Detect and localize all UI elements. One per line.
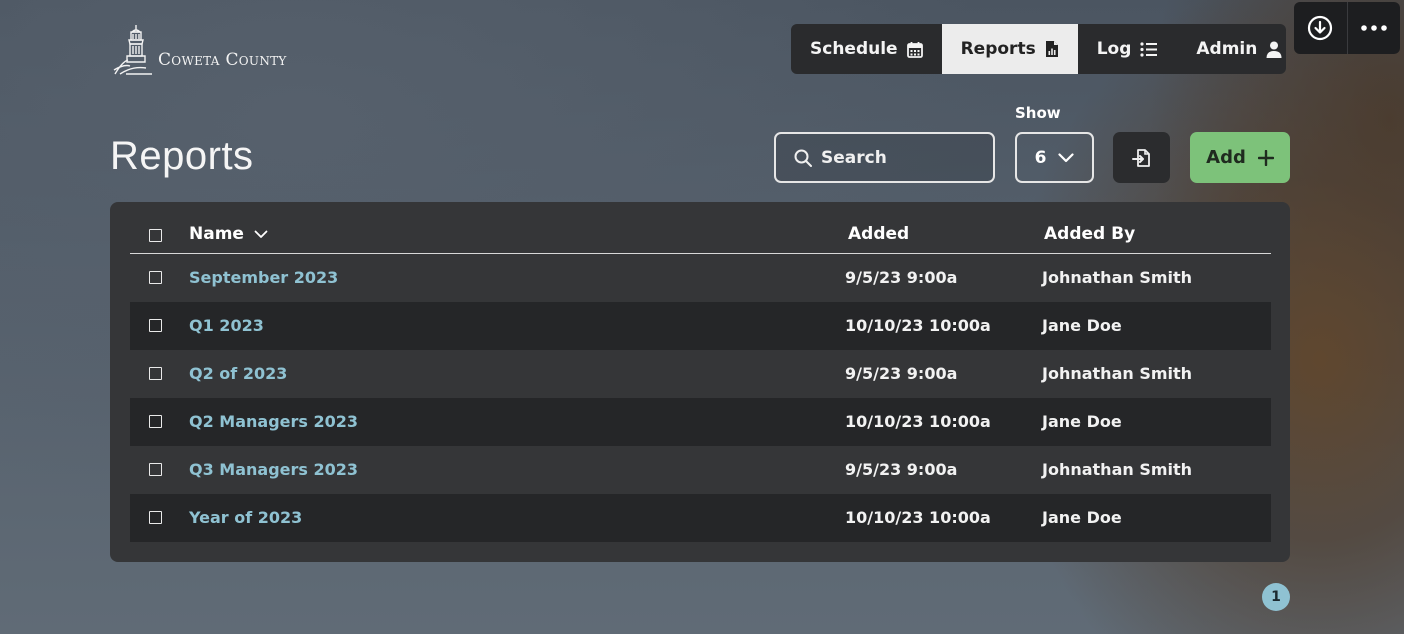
more-horizontal-icon [1360, 25, 1387, 31]
report-name-link[interactable]: September 2023 [189, 268, 338, 287]
nav-item-log[interactable]: Log [1078, 24, 1178, 74]
table-row: Q3 Managers 2023 9/5/23 9:00a Johnathan … [130, 446, 1271, 494]
user-icon [1266, 41, 1282, 58]
row-checkbox[interactable] [149, 511, 162, 524]
logo-text: Coweta County [158, 50, 287, 70]
export-button[interactable] [1113, 132, 1170, 183]
report-added-by: Jane Doe [1042, 508, 1122, 527]
calendar-icon [906, 41, 923, 58]
report-added-by: Johnathan Smith [1042, 460, 1193, 479]
reports-table: Name Added Added By September 2023 9/5/2… [110, 202, 1290, 562]
report-name-link[interactable]: Q2 of 2023 [189, 364, 287, 383]
select-all-checkbox[interactable] [149, 229, 162, 242]
more-options-button[interactable] [1348, 2, 1401, 54]
add-button[interactable]: Add [1190, 132, 1290, 183]
nav-item-label: Log [1096, 39, 1132, 59]
row-checkbox[interactable] [149, 367, 162, 380]
table-row: September 2023 9/5/23 9:00a Johnathan Sm… [130, 254, 1271, 302]
nav-item-label: Admin [1196, 39, 1258, 59]
table-row: Year of 2023 10/10/23 10:00a Jane Doe [130, 494, 1271, 542]
file-report-icon [1045, 41, 1058, 57]
row-checkbox[interactable] [149, 319, 162, 332]
nav-item-schedule[interactable]: Schedule [791, 24, 942, 74]
row-checkbox[interactable] [149, 415, 162, 428]
pagination-page-1[interactable]: 1 [1262, 583, 1290, 611]
page-title: Reports [110, 134, 254, 178]
nav-item-reports[interactable]: Reports [941, 24, 1078, 74]
nav-item-label: Reports [960, 39, 1036, 59]
search-icon [794, 149, 812, 167]
report-added-date: 9/5/23 9:00a [845, 460, 958, 479]
row-checkbox[interactable] [149, 463, 162, 476]
main-nav: Schedule Reports Log Admin [791, 24, 1286, 74]
report-added-by: Jane Doe [1042, 412, 1122, 431]
row-checkbox[interactable] [149, 271, 162, 284]
search-input[interactable] [821, 147, 971, 168]
report-name-link[interactable]: Q3 Managers 2023 [189, 460, 358, 479]
table-header: Name Added Added By [130, 216, 1271, 254]
column-header-added[interactable]: Added [848, 224, 909, 244]
report-added-date: 9/5/23 9:00a [845, 268, 958, 287]
chevron-down-icon [1058, 152, 1075, 162]
coweta-county-logo[interactable]: Coweta County [112, 22, 287, 76]
report-name-link[interactable]: Q1 2023 [189, 316, 264, 335]
report-added-by: Johnathan Smith [1042, 268, 1193, 287]
report-added-by: Johnathan Smith [1042, 364, 1193, 383]
column-header-added-by[interactable]: Added By [1044, 224, 1135, 244]
report-added-date: 10/10/23 10:00a [845, 508, 991, 527]
report-name-link[interactable]: Q2 Managers 2023 [189, 412, 358, 431]
add-button-label: Add [1206, 147, 1246, 168]
download-button[interactable] [1294, 2, 1347, 54]
report-name-link[interactable]: Year of 2023 [189, 508, 302, 527]
report-added-by: Jane Doe [1042, 316, 1122, 335]
column-header-name[interactable]: Name [189, 224, 268, 244]
show-count-select[interactable]: 6 [1015, 132, 1094, 183]
column-header-name-label: Name [189, 224, 244, 244]
show-count-value: 6 [1034, 147, 1047, 168]
plus-icon [1257, 149, 1274, 166]
courthouse-logo-icon [113, 25, 152, 75]
nav-item-label: Schedule [810, 39, 898, 59]
table-row: Q2 of 2023 9/5/23 9:00a Johnathan Smith [130, 350, 1271, 398]
nav-item-admin[interactable]: Admin [1177, 24, 1286, 74]
report-added-date: 9/5/23 9:00a [845, 364, 958, 383]
window-controls [1294, 2, 1400, 54]
download-circle-icon [1308, 15, 1333, 41]
table-row: Q2 Managers 2023 10/10/23 10:00a Jane Do… [130, 398, 1271, 446]
list-icon [1140, 41, 1158, 57]
sort-chevron-down-icon [254, 230, 268, 238]
file-export-icon [1131, 148, 1150, 167]
report-added-date: 10/10/23 10:00a [845, 316, 991, 335]
show-label: Show [1015, 104, 1061, 122]
table-row: Q1 2023 10/10/23 10:00a Jane Doe [130, 302, 1271, 350]
search-box[interactable] [774, 132, 995, 183]
report-added-date: 10/10/23 10:00a [845, 412, 991, 431]
